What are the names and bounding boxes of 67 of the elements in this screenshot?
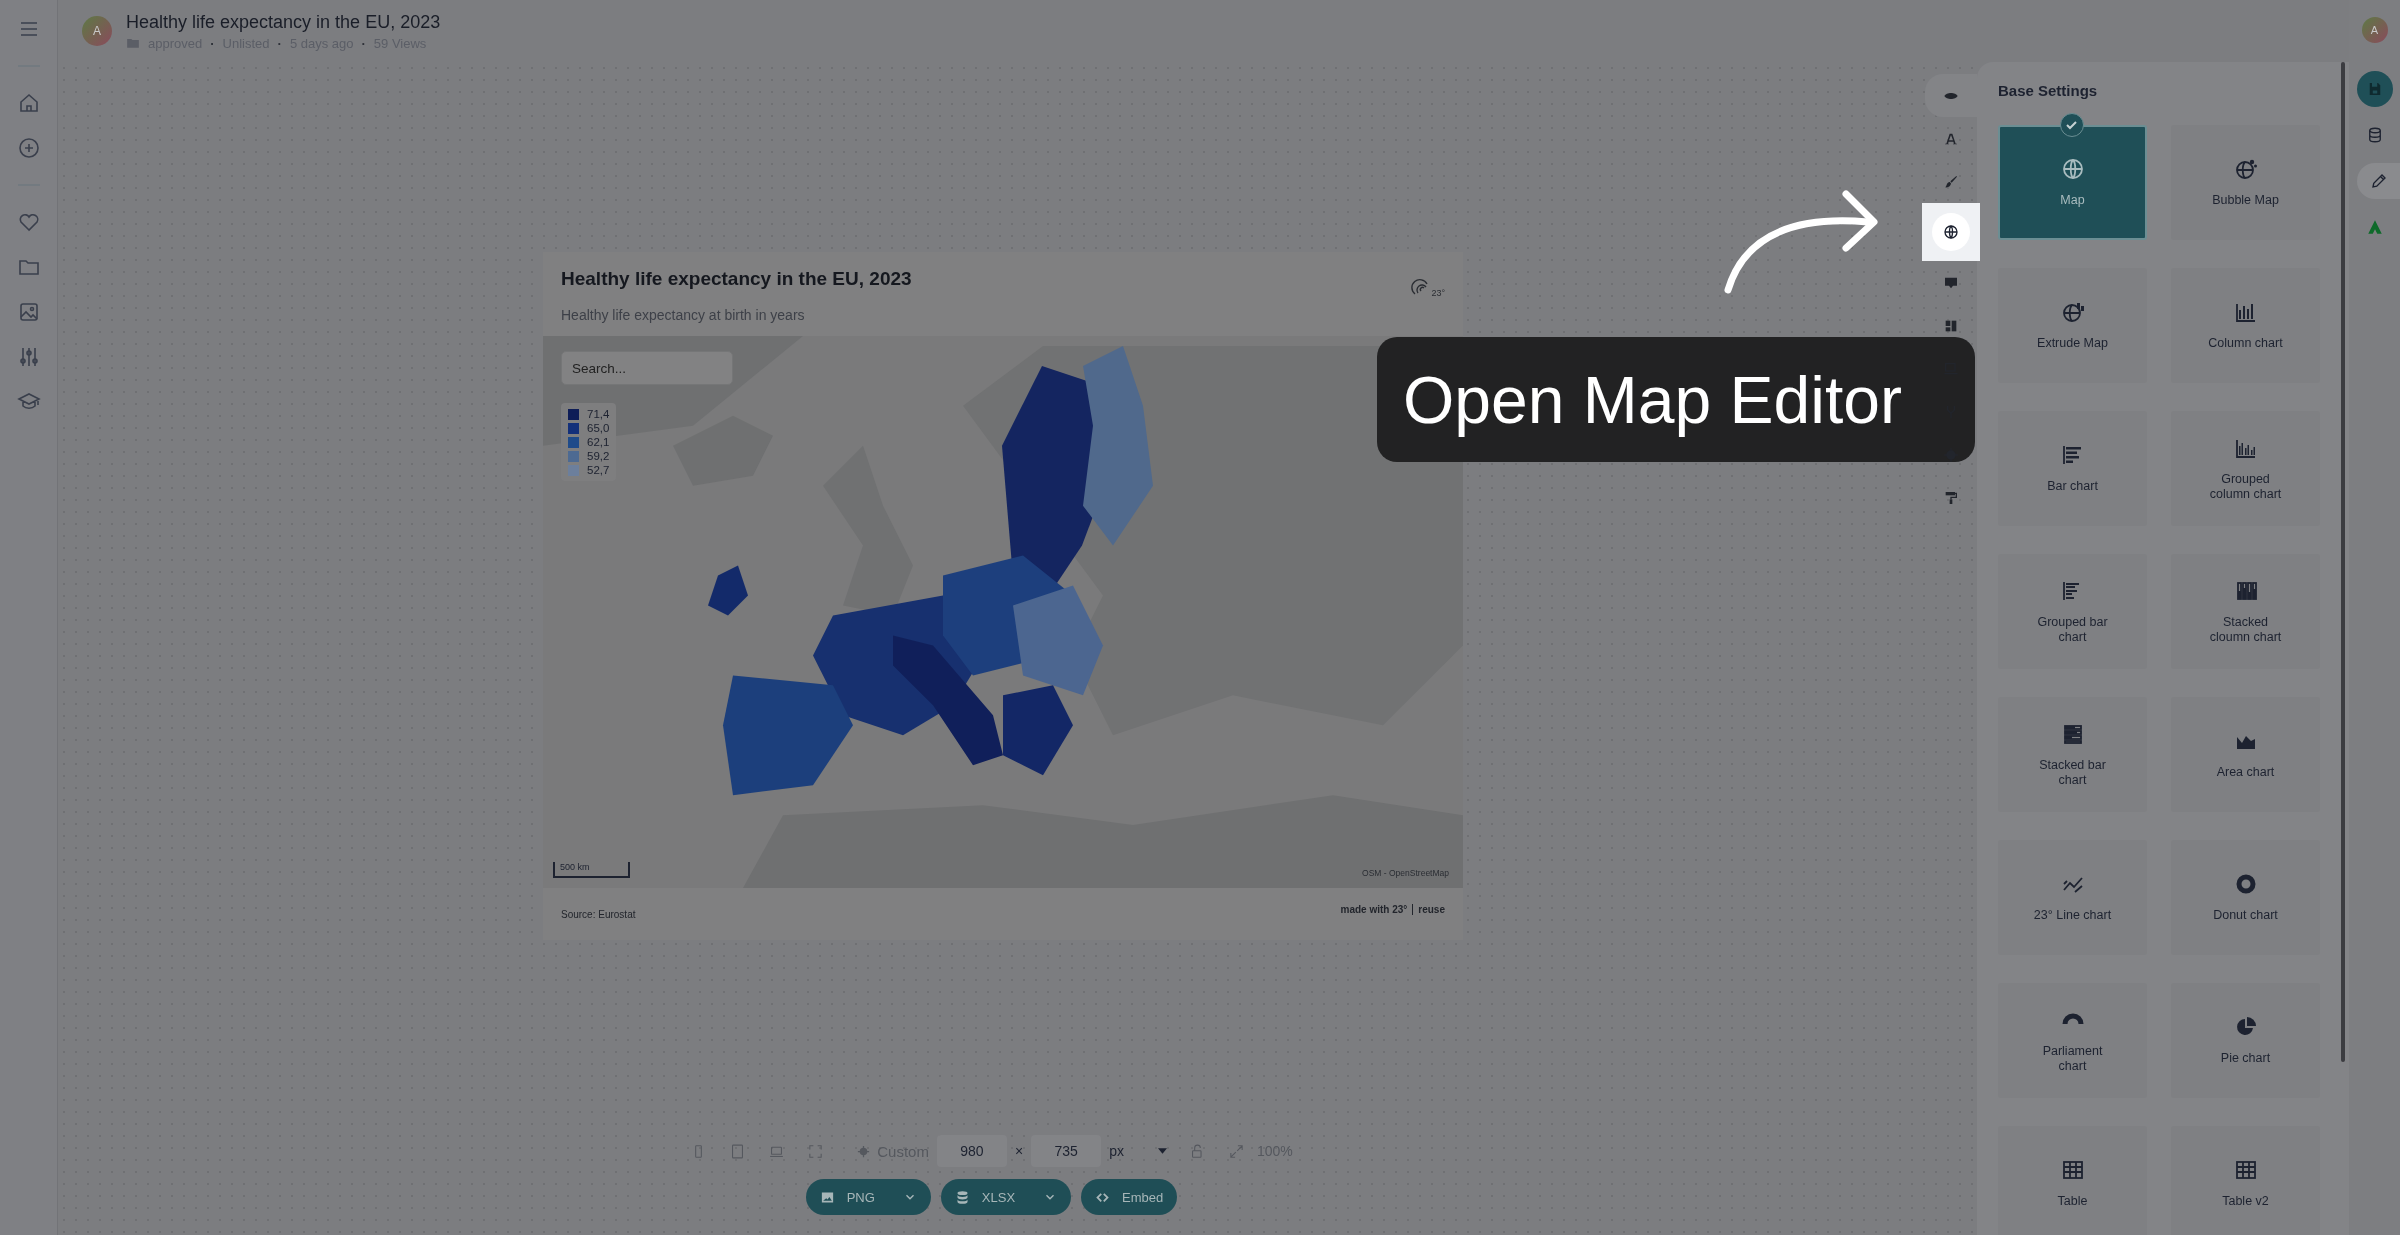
project-avatar: A bbox=[82, 16, 112, 46]
scrollbar[interactable] bbox=[2341, 62, 2345, 1062]
folder-icon bbox=[126, 36, 140, 50]
source-text: Source: Eurostat bbox=[561, 908, 636, 920]
rail-button[interactable] bbox=[2356, 163, 2400, 199]
map-attribution: OSM - OpenStreetMap bbox=[1362, 868, 1449, 878]
chart-type-tile[interactable]: Grouped column chart bbox=[2171, 411, 2320, 526]
gear-icon bbox=[856, 1143, 872, 1159]
unit-dropdown[interactable]: px bbox=[1109, 1143, 1167, 1159]
table-icon bbox=[2233, 1158, 2258, 1182]
rail-button[interactable] bbox=[2356, 71, 2393, 107]
separator-dot: · bbox=[277, 35, 282, 51]
globe-blocks-icon bbox=[2060, 300, 2085, 324]
fullscreen-icon[interactable] bbox=[807, 1142, 825, 1160]
chart-type-tile[interactable]: Donut chart bbox=[2171, 840, 2320, 955]
tooltip: Open Map Editor bbox=[1377, 337, 1975, 462]
logo-text: 23° bbox=[1431, 288, 1445, 298]
separator-dot: · bbox=[361, 35, 366, 51]
chart-type-tile[interactable]: Bubble Map bbox=[2171, 125, 2320, 240]
globe-icon bbox=[1943, 224, 1959, 240]
width-input[interactable]: 980 bbox=[936, 1135, 1007, 1167]
chart-subtitle: Healthy life expectancy at birth in years bbox=[561, 307, 806, 323]
paint-roller-icon bbox=[1943, 489, 1959, 506]
separator-dot: · bbox=[210, 35, 215, 51]
legend-label: 52,7 bbox=[587, 464, 610, 476]
brush-icon bbox=[1943, 173, 1959, 190]
tool-button[interactable] bbox=[1925, 74, 1977, 117]
scale-bar: 500 km bbox=[553, 862, 630, 878]
legend-label: 62,1 bbox=[587, 436, 610, 448]
search-field[interactable]: Search... bbox=[561, 351, 733, 385]
chart-type-tile[interactable]: Pie chart bbox=[2171, 983, 2320, 1098]
legend-label: 65,0 bbox=[587, 422, 610, 434]
credit-text: made with 23° bbox=[1340, 903, 1408, 915]
chart-type-tile[interactable]: Stacked bar chart bbox=[1998, 697, 2147, 812]
chart-type-tile[interactable]: Extrude Map bbox=[1998, 268, 2147, 383]
logo-icon bbox=[2365, 218, 2384, 236]
chart-type-tile[interactable]: Table bbox=[1998, 1126, 2147, 1235]
pencil-icon bbox=[2369, 172, 2388, 190]
document-title: Healthy life expectancy in the EU, 2023 bbox=[126, 11, 441, 33]
user-avatar[interactable]: A bbox=[2361, 17, 2388, 43]
chart-type-tile[interactable]: Column chart bbox=[2171, 268, 2320, 383]
chart-type-tile[interactable]: Area chart bbox=[2171, 697, 2320, 812]
chart-type-tile[interactable]: Bar chart bbox=[1998, 411, 2147, 526]
map-editor-button[interactable] bbox=[1932, 213, 1970, 251]
chart-type-tile[interactable]: 23° Line chart bbox=[1998, 840, 2147, 955]
export-button[interactable]: Embed bbox=[1081, 1179, 1178, 1215]
legend-label: 71,4 bbox=[587, 408, 610, 420]
globe-bubbles-icon bbox=[2233, 157, 2258, 181]
chart-title: Healthy life expectancy in the EU, 2023 bbox=[561, 268, 912, 290]
resize-icon[interactable] bbox=[1227, 1142, 1245, 1160]
legend-label: 59,2 bbox=[587, 450, 610, 462]
chart-type-tile[interactable]: Parliament chart bbox=[1998, 983, 2147, 1098]
add-icon[interactable] bbox=[16, 136, 41, 160]
export-button[interactable]: XLSX bbox=[940, 1179, 1072, 1215]
chart-type-tile[interactable]: Map bbox=[1998, 125, 2147, 240]
height-input[interactable]: 735 bbox=[1031, 1135, 1102, 1167]
chart-type-tile[interactable]: Grouped bar chart bbox=[1998, 554, 2147, 669]
caret-icon bbox=[1157, 1148, 1167, 1154]
times-sign: × bbox=[1014, 1143, 1024, 1159]
chart-type-tile[interactable]: Table v2 bbox=[2171, 1126, 2320, 1235]
check-badge-icon bbox=[2060, 113, 2084, 137]
table-icon bbox=[2060, 1158, 2085, 1182]
export-button[interactable]: PNG bbox=[805, 1179, 931, 1215]
chart-type-tile[interactable]: Stacked cloumn chart bbox=[2171, 554, 2320, 669]
globe-icon bbox=[2060, 157, 2085, 181]
panel-title: Base Settings bbox=[1998, 82, 2099, 99]
reuse-link[interactable]: reuse bbox=[1412, 903, 1445, 915]
